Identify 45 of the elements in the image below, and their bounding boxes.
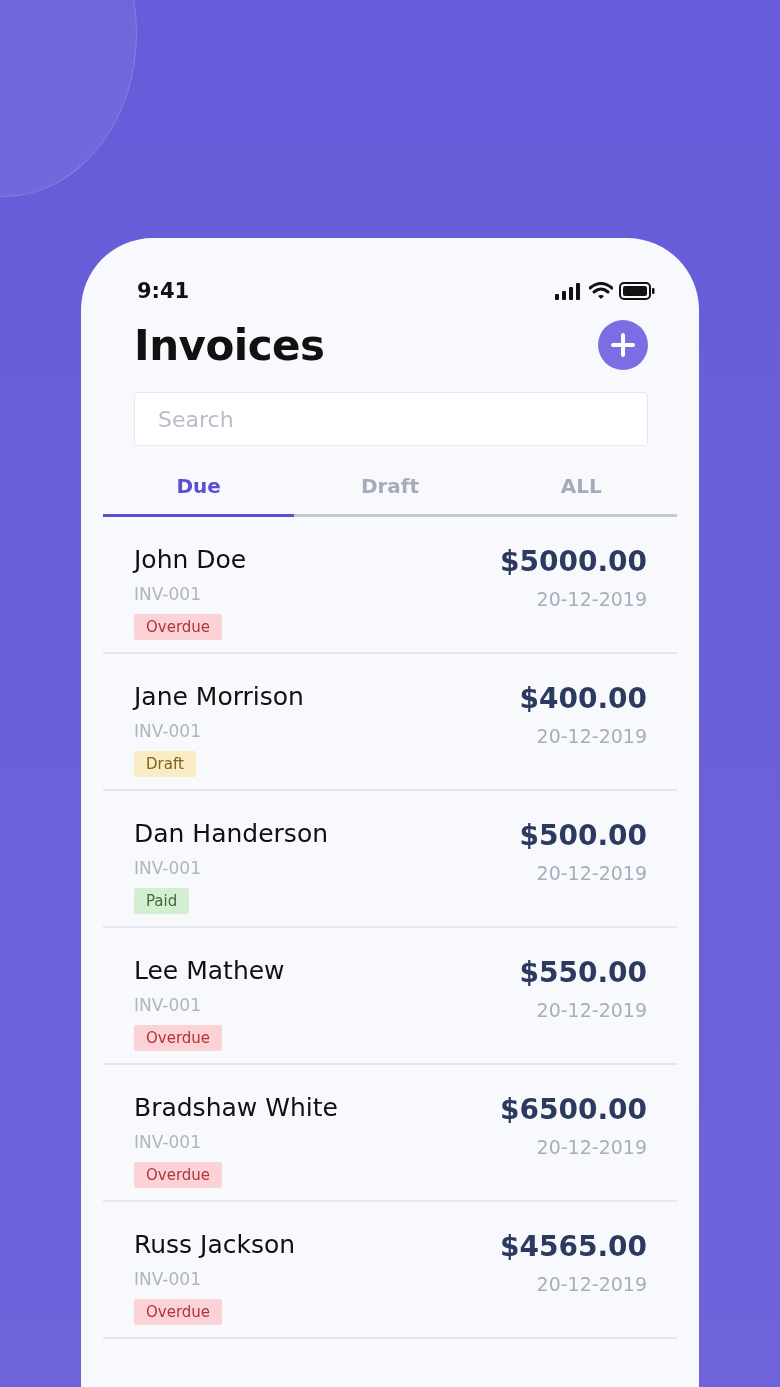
invoice-amount: $550.00 bbox=[519, 956, 647, 989]
invoice-number: INV-001 bbox=[134, 1132, 202, 1152]
client-name: Jane Morrison bbox=[134, 682, 304, 711]
invoice-date: 20-12-2019 bbox=[536, 725, 647, 747]
invoice-number: INV-001 bbox=[134, 1269, 202, 1289]
wifi-icon bbox=[589, 282, 613, 300]
status-tag: Overdue bbox=[134, 1162, 223, 1188]
client-name: Russ Jackson bbox=[134, 1230, 296, 1259]
status-tag: Draft bbox=[134, 751, 196, 777]
status-time: 9:41 bbox=[137, 279, 190, 303]
client-name: Lee Mathew bbox=[134, 956, 285, 985]
invoice-date: 20-12-2019 bbox=[536, 1136, 647, 1158]
status-tag: Overdue bbox=[134, 614, 223, 640]
client-name: John Doe bbox=[134, 545, 247, 574]
invoice-number: INV-001 bbox=[134, 721, 202, 741]
invoice-number: INV-001 bbox=[134, 858, 202, 878]
invoice-amount: $400.00 bbox=[519, 682, 647, 715]
invoice-row[interactable]: Lee Mathew INV-001 Overdue $550.00 20-12-2019 bbox=[103, 928, 677, 1065]
invoice-date: 20-12-2019 bbox=[536, 588, 647, 610]
invoice-row[interactable]: John Doe INV-001 Overdue $5000.00 20-12-2019 bbox=[103, 517, 677, 654]
invoice-row[interactable]: Bradshaw White INV-001 Overdue $6500.00 20-12-2019 bbox=[103, 1065, 677, 1202]
invoice-date: 20-12-2019 bbox=[536, 999, 647, 1021]
invoice-row[interactable]: Dan Handerson INV-001 Paid $500.00 20-12-2019 bbox=[103, 791, 677, 928]
status-tag: Paid bbox=[134, 888, 190, 914]
invoice-number: INV-001 bbox=[134, 584, 202, 604]
tab[interactable]: Due bbox=[103, 468, 295, 517]
invoice-amount: $500.00 bbox=[519, 819, 647, 852]
add-button[interactable] bbox=[598, 320, 648, 370]
search-field[interactable]: Search bbox=[134, 392, 648, 446]
invoice-date: 20-12-2019 bbox=[536, 862, 647, 884]
client-name: Bradshaw White bbox=[134, 1093, 338, 1122]
invoice-number: INV-001 bbox=[134, 995, 202, 1015]
invoice-row[interactable]: Jane Morrison INV-001 Draft $400.00 20-12-2019 bbox=[103, 654, 677, 791]
page-title: Invoices bbox=[134, 320, 325, 370]
invoice-row[interactable]: Russ Jackson INV-001 Overdue $4565.00 20-12-2019 bbox=[103, 1202, 677, 1339]
invoice-amount: $4565.00 bbox=[500, 1230, 647, 1263]
invoice-amount: $5000.00 bbox=[500, 545, 647, 578]
signal-icon bbox=[555, 282, 583, 300]
battery-icon bbox=[619, 282, 655, 300]
client-name: Dan Handerson bbox=[134, 819, 329, 848]
status-tag: Overdue bbox=[134, 1025, 223, 1051]
plus-icon bbox=[610, 332, 636, 358]
status-tag: Overdue bbox=[134, 1299, 223, 1325]
invoice-date: 20-12-2019 bbox=[536, 1273, 647, 1295]
invoice-amount: $6500.00 bbox=[500, 1093, 647, 1126]
